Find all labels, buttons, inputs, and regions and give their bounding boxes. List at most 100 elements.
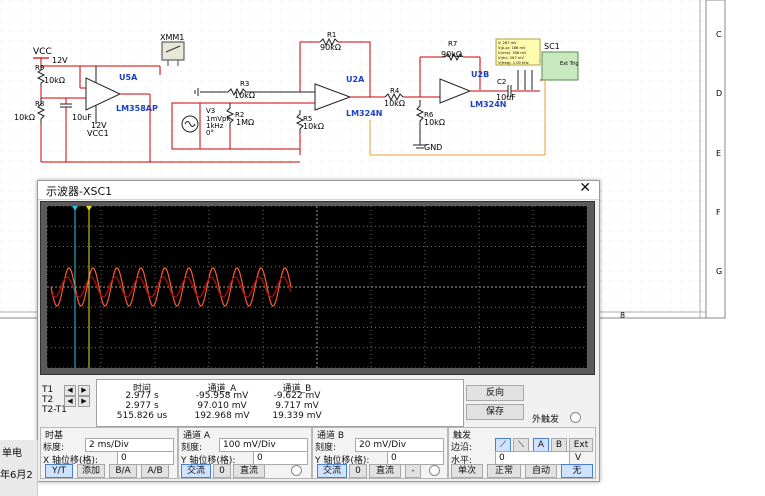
close-icon[interactable]: ✕ [579, 180, 591, 196]
scope-screen[interactable] [40, 201, 595, 375]
channel-a-dc-button[interactable]: 直流 [233, 464, 265, 478]
r5-value: 10kΩ [303, 122, 324, 131]
vcc1-label: VCC1 [87, 129, 109, 138]
ext-trigger-label: 外触发 [532, 415, 560, 425]
channel-a-ac-button[interactable]: 交流 [181, 464, 211, 478]
x-position-field[interactable]: 0 [117, 451, 174, 465]
channel-a-scale-field[interactable]: 100 mV/Div [219, 438, 308, 452]
channel-b-radio[interactable] [429, 465, 440, 476]
reverse-button[interactable]: 反向 [466, 385, 524, 401]
vcc-label: VCC [33, 47, 52, 57]
taskbar-app-label[interactable]: 单电 [2, 444, 22, 459]
yt-mode-button[interactable]: Y/T [45, 464, 73, 478]
scope-display[interactable] [41, 202, 594, 374]
single-trigger-button[interactable]: 单次 [451, 464, 483, 478]
border-letter-f: F [716, 208, 721, 217]
channel-b-y-position-field[interactable]: 0 [387, 451, 444, 465]
ext-trigger-radio[interactable] [570, 412, 581, 423]
timebase-panel: 时基 标度: 2 ms/Div X 轴位移(格): 0 Y/T 添加 B/A A… [40, 427, 178, 479]
t1-right-arrow-button[interactable]: ▶ [78, 385, 90, 396]
r1-name: R1 [327, 31, 336, 39]
c2-value: 10uF [496, 93, 516, 102]
border-number: 8 [620, 311, 625, 320]
t2-time: 2.977 s [125, 401, 159, 411]
xmm1-label: XMM1 [160, 33, 184, 42]
r9-name: R9 [35, 64, 44, 72]
t2-channel-b: 9.717 mV [275, 401, 319, 411]
t2-t1-channel-b: 19.339 mV [272, 411, 322, 421]
oscilloscope-window[interactable]: 示波器-XSC1 ✕ T1 T2 T2-T1 ◀ ▶ ◀ ▶ 时间 通道_A 通… [37, 180, 600, 482]
border-letter-c: C [716, 30, 722, 39]
border-letter-d: D [716, 89, 722, 98]
channel-b-invert-button[interactable]: - [405, 464, 421, 478]
trigger-source-ext-button[interactable]: Ext [569, 438, 593, 452]
channel-a-panel: 通道 A 刻度: 100 mV/Div Y 轴位移(格): 0 交流 0 直流 [178, 427, 312, 479]
t2-t1-channel-a: 192.968 mV [194, 411, 250, 421]
channel-b-dc-button[interactable]: 直流 [369, 464, 401, 478]
border-letter-g: G [716, 267, 722, 276]
trigger-level-field[interactable]: 0 [495, 451, 570, 465]
u2a-part: LM324N [346, 109, 382, 118]
trigger-edge-label: 边沿: [451, 443, 473, 453]
auto-trigger-button[interactable]: 自动 [525, 464, 557, 478]
channel-b-panel: 通道 B 刻度: 20 mV/Div Y 轴位移(格): 0 交流 0 直流 - [312, 427, 448, 479]
probe-line-1: V: 267 mV [498, 41, 517, 45]
channel-b-scale-field[interactable]: 20 mV/Div [355, 438, 444, 452]
timebase-scale-label: 标度: [43, 443, 65, 453]
r6-value: 10kΩ [424, 118, 445, 127]
trigger-source-b-button[interactable]: B [551, 438, 567, 452]
border-letter-e: E [716, 149, 721, 158]
channel-b-scale-label: 刻度: [315, 443, 337, 453]
t1-time: 2.977 s [125, 391, 159, 401]
add-mode-button[interactable]: 添加 [77, 464, 105, 478]
timebase-scale-field[interactable]: 2 ms/Div [85, 438, 174, 452]
trigger-source-a-button[interactable]: A [533, 438, 549, 452]
u5a-part: LM358AP [116, 104, 158, 113]
ba-mode-button[interactable]: B/A [109, 464, 137, 478]
t2-channel-a: 97.010 mV [197, 401, 247, 411]
r1-value: 90kΩ [320, 43, 341, 52]
trigger-level-unit: V [575, 453, 582, 463]
save-button[interactable]: 保存 [466, 404, 524, 420]
r4-value: 10kΩ [384, 99, 405, 108]
probe-line-2: V(p-p): 186 mV [498, 46, 526, 50]
falling-edge-button[interactable]: ⟍ [513, 438, 529, 452]
rising-edge-button[interactable]: ⟋ [495, 438, 511, 452]
ab-mode-button[interactable]: A/B [141, 464, 169, 478]
vcc-voltage: 12V [52, 56, 68, 65]
c1-value: 10uF [72, 113, 92, 122]
probe-line-4: V(dc): 267 mV [498, 56, 524, 60]
t2-left-arrow-button[interactable]: ◀ [64, 396, 76, 407]
t1-channel-b: -9.622 mV [273, 391, 321, 401]
r7-name: R7 [448, 40, 457, 48]
probe-line-3: V(rms): 306 mV [498, 51, 527, 55]
xmm1-meter[interactable] [161, 41, 185, 61]
cursor-readout-table: 时间 通道_A 通道_B 2.977 s -95.958 mV -9.622 m… [96, 379, 464, 427]
none-trigger-button[interactable]: 无 [561, 464, 593, 478]
r9-value: 10kΩ [44, 76, 65, 85]
gnd-label: GND [424, 143, 442, 152]
t1-channel-a: -95.958 mV [195, 391, 249, 401]
t2-t1-time: 515.826 us [116, 411, 168, 421]
t2-right-arrow-button[interactable]: ▶ [78, 396, 90, 407]
channel-b-ac-button[interactable]: 交流 [317, 464, 347, 478]
channel-b-zero-button[interactable]: 0 [349, 464, 367, 478]
v3-name: V3 [206, 107, 215, 115]
taskbar-date: 年6月2 [0, 470, 33, 481]
t1-left-arrow-button[interactable]: ◀ [64, 385, 76, 396]
r3-name: R3 [240, 80, 249, 88]
channel-a-zero-button[interactable]: 0 [213, 464, 231, 478]
r8-name: R8 [35, 100, 44, 108]
normal-trigger-button[interactable]: 正常 [487, 464, 521, 478]
c2-name: C2 [497, 78, 506, 86]
r8-value: 10kΩ [14, 113, 35, 122]
window-titlebar[interactable]: 示波器-XSC1 ✕ [38, 180, 599, 200]
trigger-panel: 触发 边沿: ⟋ ⟍ A B Ext 水平: 0 V 单次 正常 自动 无 [448, 427, 596, 479]
u2a-name: U2A [346, 75, 365, 84]
channel-a-y-position-field[interactable]: 0 [253, 451, 308, 465]
u5a-name: U5A [119, 73, 138, 82]
v3-phase: 0° [206, 129, 214, 137]
channel-a-radio[interactable] [291, 465, 302, 476]
r2-value: 1MΩ [236, 118, 254, 127]
window-title: 示波器-XSC1 [46, 185, 113, 198]
